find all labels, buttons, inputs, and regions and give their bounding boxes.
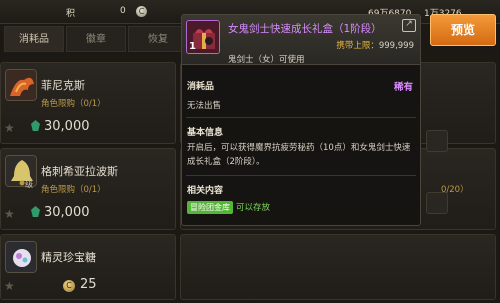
related-heading: 相关内容: [187, 186, 224, 196]
tab-badges[interactable]: 徽章: [66, 26, 126, 52]
list-item[interactable]: 格刺希亚拉波斯 角色限购（0/1） 级 ★ 30,000: [0, 148, 176, 230]
item-category: 消耗品: [187, 82, 215, 92]
points-label: 积: [66, 9, 76, 19]
favorite-star-icon[interactable]: ★: [4, 121, 15, 135]
list-item[interactable]: 精灵珍宝糖 ★ C 25: [0, 234, 176, 300]
preview-button[interactable]: 预览: [430, 14, 496, 46]
basic-info-heading: 基本信息: [187, 128, 224, 138]
storage-tag: 冒险团金库: [187, 201, 233, 214]
storage-info: 冒险团金库 可以存放: [187, 201, 270, 214]
gift-box-icon: 1: [186, 20, 220, 54]
item-price: 30,000: [31, 119, 90, 134]
purchase-limit: 角色限购（0/1）: [41, 99, 106, 109]
phoenix-icon: [5, 69, 37, 101]
purchase-limit: 角色限购（0/1）: [41, 185, 106, 195]
tab-recovery[interactable]: 恢复: [128, 26, 188, 52]
list-item[interactable]: [180, 234, 496, 300]
share-icon[interactable]: ↗: [402, 19, 416, 32]
favorite-star-icon[interactable]: [426, 130, 448, 152]
carry-limit: 携带上限：999,999: [336, 41, 414, 51]
favorite-star-icon[interactable]: ★: [4, 207, 15, 221]
favorite-star-icon[interactable]: [426, 192, 448, 214]
tab-consumables[interactable]: 消耗品: [4, 26, 64, 52]
item-price: C 25: [63, 277, 97, 292]
gem-icon: [31, 206, 40, 217]
divider: [186, 117, 416, 118]
gold-coin-icon: C: [63, 280, 75, 292]
class-requirement: 鬼剑士（女）可使用: [228, 55, 305, 65]
candy-icon: [5, 241, 37, 273]
item-title: 女鬼剑士快速成长礼盒（1阶段）: [228, 23, 382, 35]
list-item[interactable]: 菲尼克斯 角色限购（0/1） ★ 30,000: [0, 62, 176, 144]
item-description: 开启后，可以获得魔界抗疲劳秘药（10点）和女鬼剑士快速成长礼盒（2阶段）。: [187, 143, 411, 167]
item-name: 精灵珍宝糖: [41, 251, 96, 264]
favorite-star-icon[interactable]: ★: [4, 279, 15, 293]
item-name: 菲尼克斯: [41, 79, 85, 92]
item-price: 30,000: [31, 205, 90, 220]
level-tag: 级: [25, 180, 33, 189]
stack-count: 1: [189, 41, 196, 52]
coin-icon: C: [136, 6, 147, 17]
item-name: 格刺希亚拉波斯: [41, 165, 118, 178]
gem-icon: [31, 120, 40, 131]
tooltip-header: 1 女鬼剑士快速成长礼盒（1阶段） ↗ 携带上限：999,999 鬼剑士（女）可…: [182, 15, 420, 65]
points-value: 0: [120, 6, 126, 16]
rarity-label: 稀有: [393, 82, 413, 93]
item-tooltip: 1 女鬼剑士快速成长礼盒（1阶段） ↗ 携带上限：999,999 鬼剑士（女）可…: [181, 14, 421, 226]
sell-note: 无法出售: [187, 101, 222, 111]
divider: [186, 175, 416, 176]
